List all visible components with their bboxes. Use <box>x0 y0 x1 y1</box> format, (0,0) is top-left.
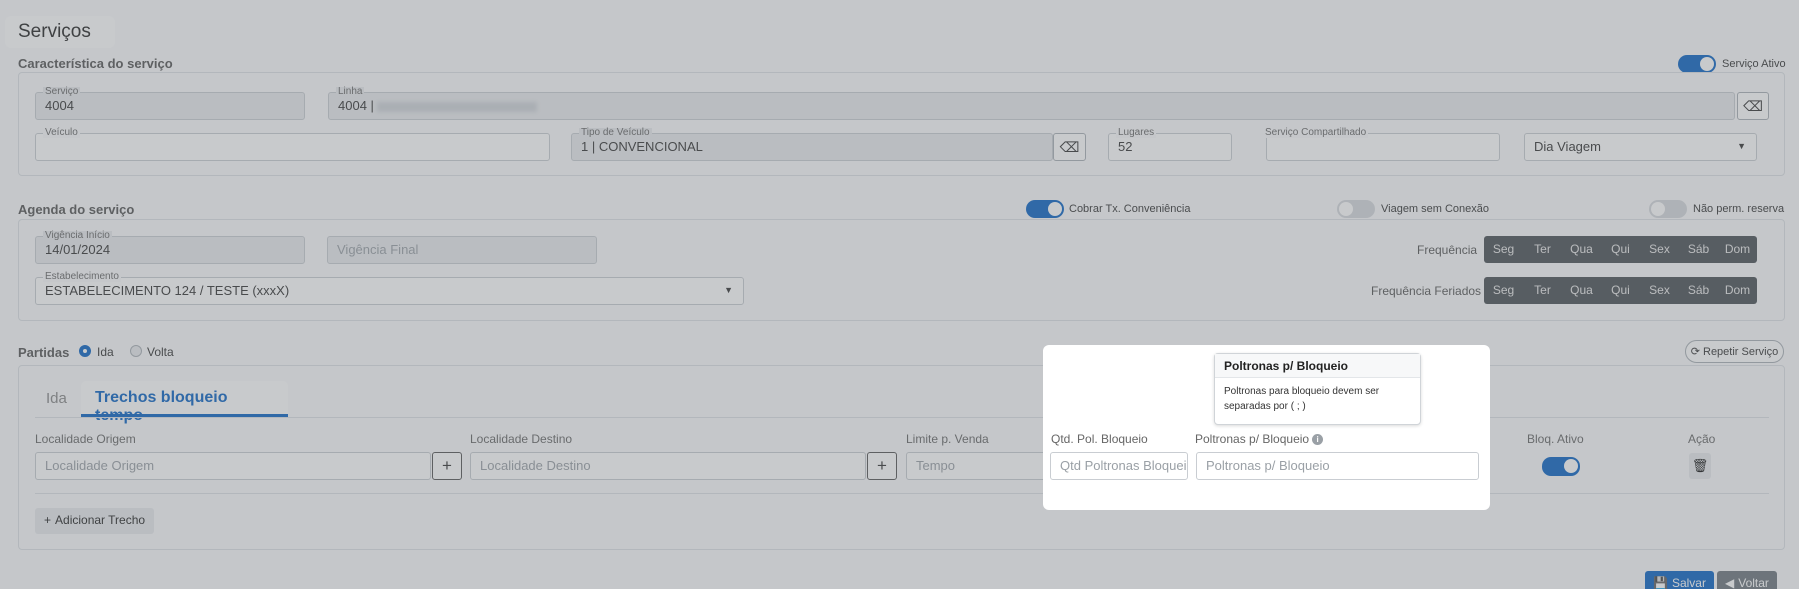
poltronas-tooltip: Poltronas p/ Bloqueio Poltronas para blo… <box>1214 353 1421 425</box>
col-poltronas-bloqueio: Poltronas p/ Bloqueio i <box>1195 432 1324 446</box>
col-qtd-pol-bloqueio: Qtd. Pol. Bloqueio <box>1051 432 1148 446</box>
tooltip-body: Poltronas para bloqueio devem ser separa… <box>1224 386 1380 412</box>
info-icon[interactable]: i <box>1312 433 1324 445</box>
col-poltronas-label: Poltronas p/ Bloqueio <box>1195 432 1310 446</box>
tooltip-title: Poltronas p/ Bloqueio <box>1215 354 1420 378</box>
modal-backdrop[interactable] <box>0 0 1799 589</box>
qtd-poltronas-bloqueio-input[interactable]: Qtd Poltronas Bloqueio <box>1050 452 1188 480</box>
poltronas-bloqueio-input[interactable]: Poltronas p/ Bloqueio <box>1196 452 1479 480</box>
